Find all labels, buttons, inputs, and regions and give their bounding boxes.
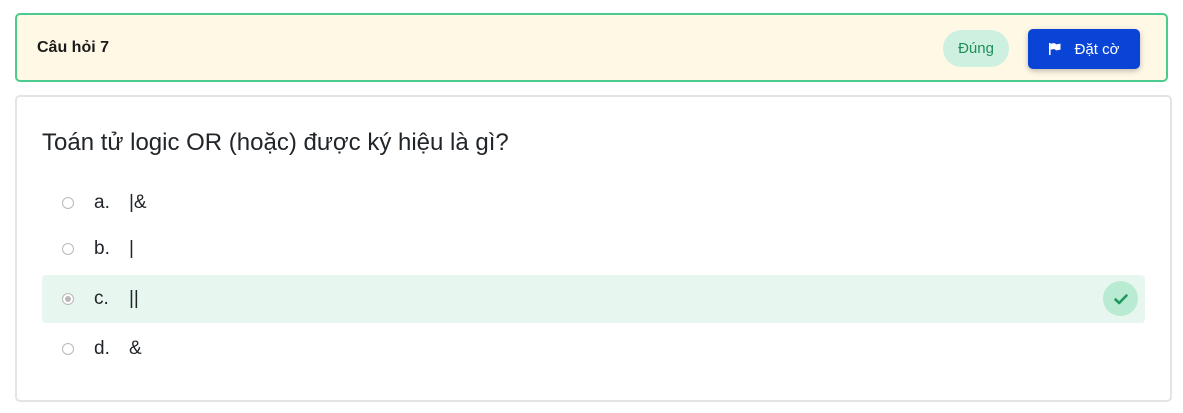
option-b-letter: b. <box>94 238 110 259</box>
option-d-radio[interactable] <box>62 343 74 355</box>
flag-question-button[interactable]: Đặt cờ <box>1028 29 1140 69</box>
status-badge: Đúng <box>943 30 1009 67</box>
question-card: Toán tử logic OR (hoặc) được ký hiệu là … <box>15 95 1172 402</box>
answer-option-d[interactable]: d. & <box>42 325 1145 373</box>
option-a-letter: a. <box>94 192 110 213</box>
check-icon <box>1113 293 1128 304</box>
option-c-letter: c. <box>94 288 109 309</box>
correct-indicator <box>1103 281 1138 316</box>
flag-icon <box>1048 43 1061 55</box>
flag-button-label: Đặt cờ <box>1074 40 1120 58</box>
option-c-radio[interactable] <box>62 293 74 305</box>
option-b-text: | <box>129 238 134 259</box>
answer-option-b[interactable]: b. | <box>42 225 1145 273</box>
question-text: Toán tử logic OR (hoặc) được ký hiệu là … <box>42 129 509 156</box>
option-a-radio[interactable] <box>62 197 74 209</box>
answer-option-c[interactable]: c. || <box>42 275 1145 323</box>
answer-option-a[interactable]: a. |& <box>42 179 1145 227</box>
option-c-text: || <box>129 288 139 309</box>
question-header: Câu hỏi 7 Đúng Đặt cờ <box>15 13 1168 82</box>
option-b-radio[interactable] <box>62 243 74 255</box>
option-d-text: & <box>129 338 142 359</box>
option-a-text: |& <box>129 192 147 213</box>
question-number: Câu hỏi 7 <box>37 39 110 56</box>
option-d-letter: d. <box>94 338 110 359</box>
